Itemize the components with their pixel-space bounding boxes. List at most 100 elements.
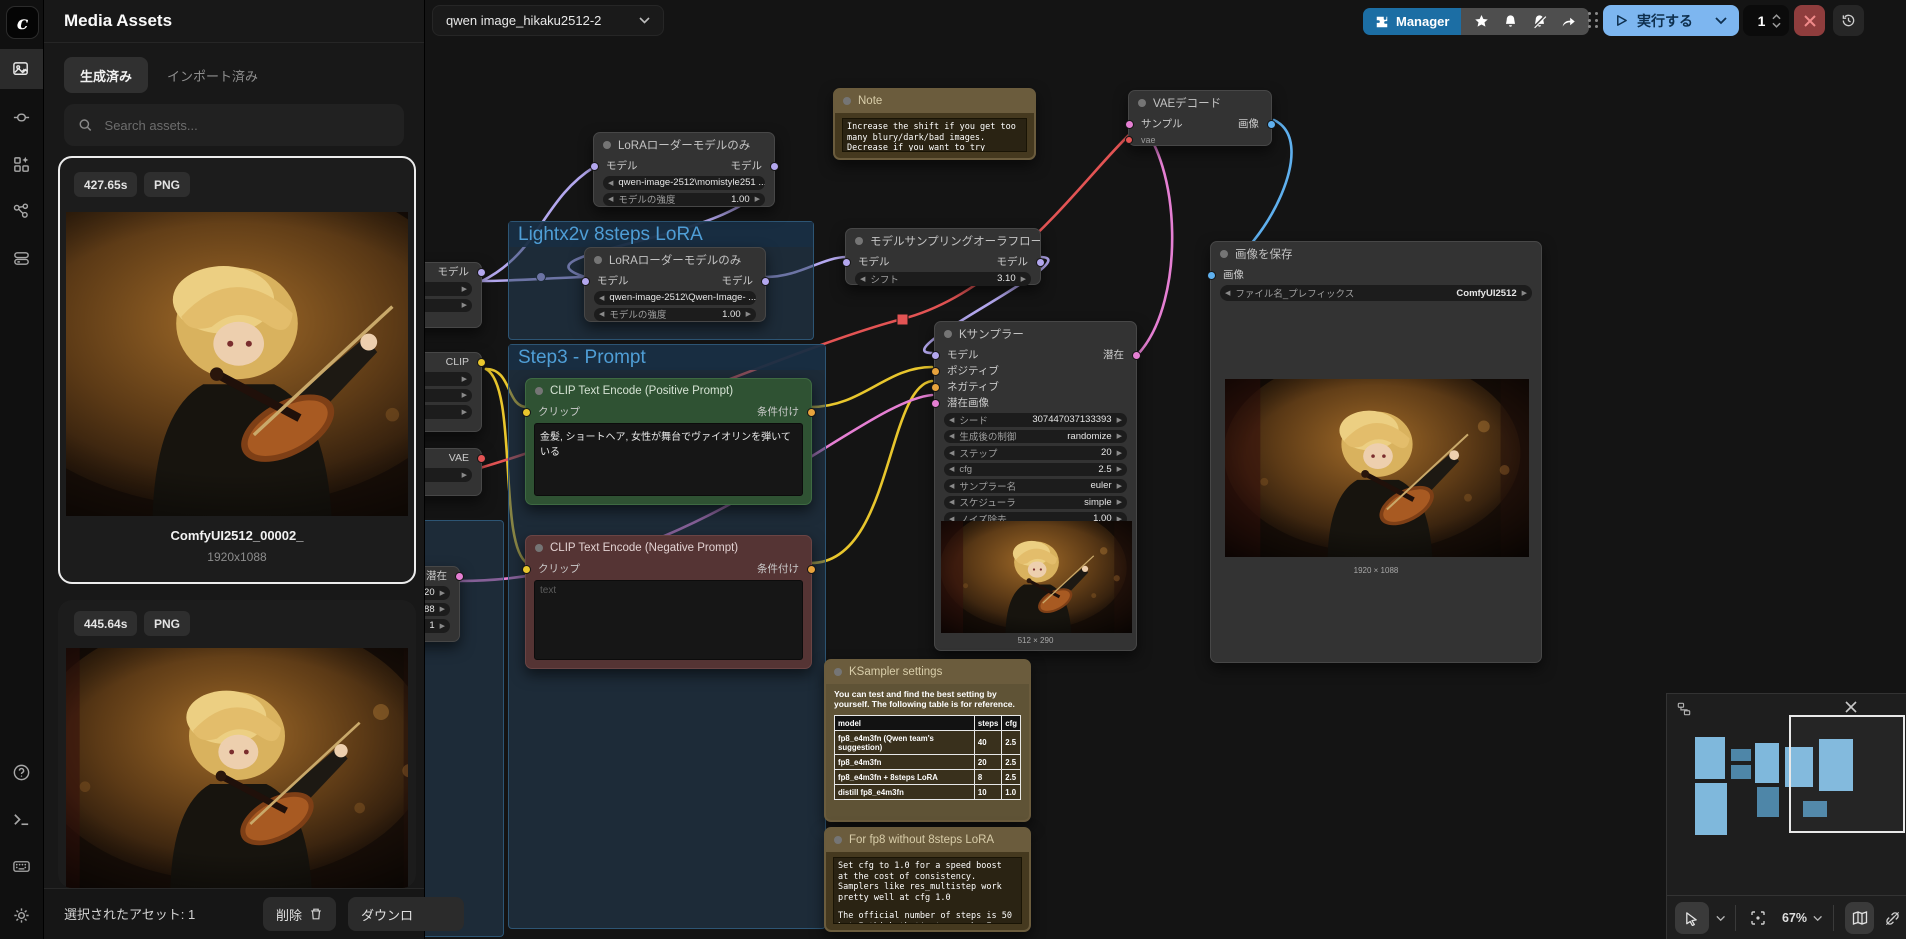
node-lora-loader-2[interactable]: LoRAローダーモデルのみ モデルモデル qwen-image-2512\Qwe… (584, 247, 766, 322)
latent-image-input-port[interactable] (931, 399, 940, 408)
workflow-tab[interactable]: qwen image_hikaku2512-2 (432, 5, 664, 36)
chevron-down-icon[interactable] (1715, 17, 1727, 25)
scheduler-widget[interactable]: スケジューラsimple (944, 496, 1127, 510)
model-input-port[interactable] (581, 277, 590, 286)
node-note-shift[interactable]: Note Increase the shift if you get too m… (833, 88, 1036, 160)
prompt-textarea[interactable]: text (534, 580, 803, 660)
run-button[interactable]: 実行する (1603, 5, 1739, 36)
comfyui-logo[interactable]: c (6, 6, 39, 39)
node-ksampler[interactable]: Kサンプラー モデル潜在 ポジティブ ネガティブ 潜在画像 シード3074470… (934, 321, 1137, 651)
model-library-icon[interactable] (0, 191, 43, 231)
node-note-fp8[interactable]: For fp8 without 8steps LoRA Set cfg to 1… (824, 827, 1031, 932)
steps-widget[interactable]: ステップ20 (944, 446, 1127, 460)
vae-input-port[interactable] (1125, 136, 1133, 144)
negative-input-port[interactable] (931, 383, 940, 392)
clip-input-port[interactable] (522, 565, 531, 574)
decrement-icon[interactable] (1772, 22, 1781, 28)
clip-input-port[interactable] (522, 408, 531, 417)
node-clip-positive[interactable]: CLIP Text Encode (Positive Prompt) クリップ条… (525, 378, 812, 505)
download-button[interactable]: ダウンロ (348, 897, 464, 931)
tab-generated[interactable]: 生成済み (64, 57, 148, 93)
panel-title: Media Assets (64, 4, 172, 38)
asset-card-1[interactable]: 427.65s PNG ComfyUI2512_00002_ 1920x1088 (58, 156, 416, 584)
search-input[interactable] (103, 117, 390, 134)
minimap-toggle-button[interactable] (1845, 902, 1874, 934)
asset-search[interactable] (64, 104, 404, 146)
table-row: fp8_e4m3fn202.5 (835, 755, 1021, 770)
terminal-icon[interactable] (0, 799, 43, 839)
workflows-icon[interactable] (0, 238, 43, 278)
share-icon[interactable] (1561, 14, 1576, 29)
shift-widget[interactable]: シフト3.10 (855, 272, 1031, 286)
history-button[interactable] (1833, 5, 1864, 36)
model-input-port[interactable] (590, 162, 599, 171)
model-output-port[interactable] (770, 162, 779, 171)
delete-button[interactable]: 削除 (263, 897, 336, 931)
node-note-ksampler-settings[interactable]: KSampler settings You can test and find … (824, 659, 1031, 822)
image-output-port[interactable] (1267, 120, 1276, 129)
link-off-icon (1884, 910, 1901, 927)
node-clip-negative[interactable]: CLIP Text Encode (Negative Prompt) クリップ条… (525, 535, 812, 669)
sampler-widget[interactable]: サンプラー名euler (944, 479, 1127, 493)
conditioning-output-port[interactable] (807, 565, 816, 574)
link-icon[interactable] (0, 97, 43, 137)
cfg-widget[interactable]: cfg2.5 (944, 463, 1127, 477)
vae-output-port[interactable] (477, 454, 486, 463)
bell-icon[interactable] (1503, 14, 1518, 29)
minimap-viewport[interactable] (1789, 715, 1905, 833)
samples-input-port[interactable] (1125, 120, 1134, 129)
node-library-icon[interactable] (0, 144, 43, 184)
minimap[interactable] (1666, 693, 1906, 896)
filename-prefix-widget[interactable]: ファイル名_プレフィックスComfyUI2512 (1220, 285, 1532, 301)
latent-output-port[interactable] (455, 572, 464, 581)
ksampler-preview-image (941, 521, 1132, 633)
left-icon-rail: c (0, 0, 44, 939)
asset-thumbnail[interactable] (66, 648, 408, 888)
zoom-level[interactable]: 67% (1782, 911, 1807, 925)
bell-off-icon[interactable] (1532, 14, 1547, 29)
minimap-close-icon[interactable] (1845, 701, 1857, 713)
asset-thumbnail[interactable] (66, 212, 408, 516)
model-input-port[interactable] (931, 351, 940, 360)
model-output-port[interactable] (1036, 258, 1045, 267)
media-assets-icon[interactable] (0, 49, 43, 89)
clip-output-port[interactable] (477, 358, 486, 367)
model-output-port[interactable] (477, 268, 486, 277)
star-icon[interactable] (1474, 14, 1489, 29)
fit-view-button[interactable] (1746, 902, 1770, 934)
increment-icon[interactable] (1772, 14, 1781, 20)
seed-widget[interactable]: シード307447037133393 (944, 413, 1127, 427)
asset-card-2[interactable]: 445.64s PNG (58, 600, 416, 888)
auto-link-toggle-button[interactable] (1878, 902, 1906, 934)
batch-count-stepper[interactable]: 1 (1743, 5, 1789, 36)
chevron-down-icon[interactable] (1813, 915, 1822, 922)
toolbar-drag-handle[interactable] (1588, 12, 1600, 31)
conditioning-output-port[interactable] (807, 408, 816, 417)
node-model-sampling[interactable]: モデルサンプリングオーラフロー モデルモデル シフト3.10 (845, 228, 1041, 285)
lora-strength-widget[interactable]: モデルの強度1.00 (594, 308, 756, 322)
help-icon[interactable] (0, 752, 43, 792)
node-lora-loader-1[interactable]: LoRAローダーモデルのみ モデルモデル qwen-image-2512\mom… (593, 132, 775, 207)
note-text[interactable]: Increase the shift if you get too many b… (842, 118, 1027, 152)
node-vae-decode[interactable]: VAEデコード サンプル画像 vae (1128, 90, 1272, 146)
lora-name-widget[interactable]: qwen-image-2512\momistyle251 ... (603, 176, 765, 190)
pointer-tool-button[interactable] (1675, 902, 1709, 934)
positive-input-port[interactable] (931, 367, 940, 376)
prompt-textarea[interactable]: 金髪, ショートヘア, 女性が舞台でヴァイオリンを弾いている (534, 423, 803, 496)
model-output-port[interactable] (761, 277, 770, 286)
image-input-port[interactable] (1207, 271, 1216, 280)
lora-name-widget[interactable]: qwen-image-2512\Qwen-Image- ... (594, 291, 756, 305)
model-input-port[interactable] (842, 258, 851, 267)
keyboard-shortcuts-icon[interactable] (0, 846, 43, 886)
chevron-down-icon[interactable] (1716, 915, 1725, 922)
fit-view-icon (1750, 910, 1766, 926)
latent-output-port[interactable] (1132, 351, 1141, 360)
tab-imported[interactable]: インポート済み (151, 57, 274, 93)
cancel-run-button[interactable] (1794, 5, 1825, 36)
manager-button[interactable]: Manager (1363, 8, 1461, 35)
lora-strength-widget[interactable]: モデルの強度1.00 (603, 193, 765, 207)
node-save-image[interactable]: 画像を保存 画像 ファイル名_プレフィックスComfyUI2512 1920 ×… (1210, 241, 1542, 663)
note-text[interactable]: Set cfg to 1.0 for a speed boost at the … (833, 857, 1022, 924)
control-after-generate-widget[interactable]: 生成後の制御randomize (944, 430, 1127, 444)
settings-gear-icon[interactable] (0, 895, 43, 935)
